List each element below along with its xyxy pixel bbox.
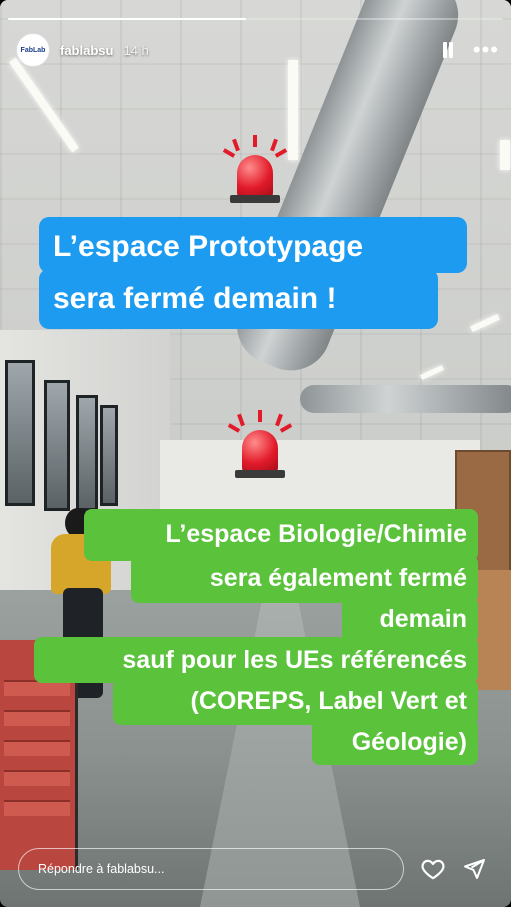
story-progress-bar	[8, 18, 503, 20]
avatar-logo-text: FabLab	[20, 46, 46, 54]
back-wall	[160, 440, 480, 520]
biologie-line-2: sera également fermé	[209, 564, 467, 592]
prototypage-line-2: sera fermé demain !	[53, 282, 337, 315]
more-icon[interactable]: •••	[473, 39, 499, 61]
siren-base	[235, 470, 285, 478]
siren-dome	[237, 155, 273, 197]
siren-dome	[242, 430, 278, 472]
window	[44, 380, 70, 511]
story-frame[interactable]: FabLab fablabsu 14 h ••• L’espace Protot…	[0, 0, 511, 907]
biologie-line-6: Géologie)	[351, 728, 467, 756]
biologie-line-5: (COREPS, Label Vert et	[190, 687, 467, 715]
drawer	[4, 770, 70, 786]
police-siren-icon	[220, 135, 290, 215]
story-progress-fill	[8, 18, 246, 20]
biologie-line-3: demain	[379, 605, 467, 633]
police-siren-icon-2	[225, 410, 295, 490]
drawer	[4, 710, 70, 726]
prototypage-line-1: L’espace Prototypage	[53, 230, 364, 263]
pause-icon[interactable]	[441, 42, 455, 58]
drawer	[4, 800, 70, 816]
ceiling-light	[500, 140, 510, 170]
ventilation-duct-2	[300, 385, 511, 413]
post-time: 14 h	[123, 42, 149, 58]
biologie-line-4: sauf pour les UEs référencés	[122, 646, 467, 674]
username[interactable]: fablabsu	[60, 43, 113, 58]
window	[76, 395, 98, 511]
heart-icon[interactable]	[420, 856, 446, 882]
header-controls: •••	[441, 39, 499, 61]
siren-base	[230, 195, 280, 203]
biologie-line-1: L’espace Biologie/Chimie	[165, 520, 467, 548]
story-footer: Répondre à fablabsu...	[18, 847, 493, 891]
reply-input[interactable]: Répondre à fablabsu...	[18, 848, 404, 890]
avatar[interactable]: FabLab	[16, 33, 50, 67]
window	[5, 360, 35, 506]
story-header: FabLab fablabsu 14 h •••	[16, 33, 499, 67]
window	[100, 405, 118, 506]
send-icon[interactable]	[462, 857, 486, 881]
drawer	[4, 740, 70, 756]
